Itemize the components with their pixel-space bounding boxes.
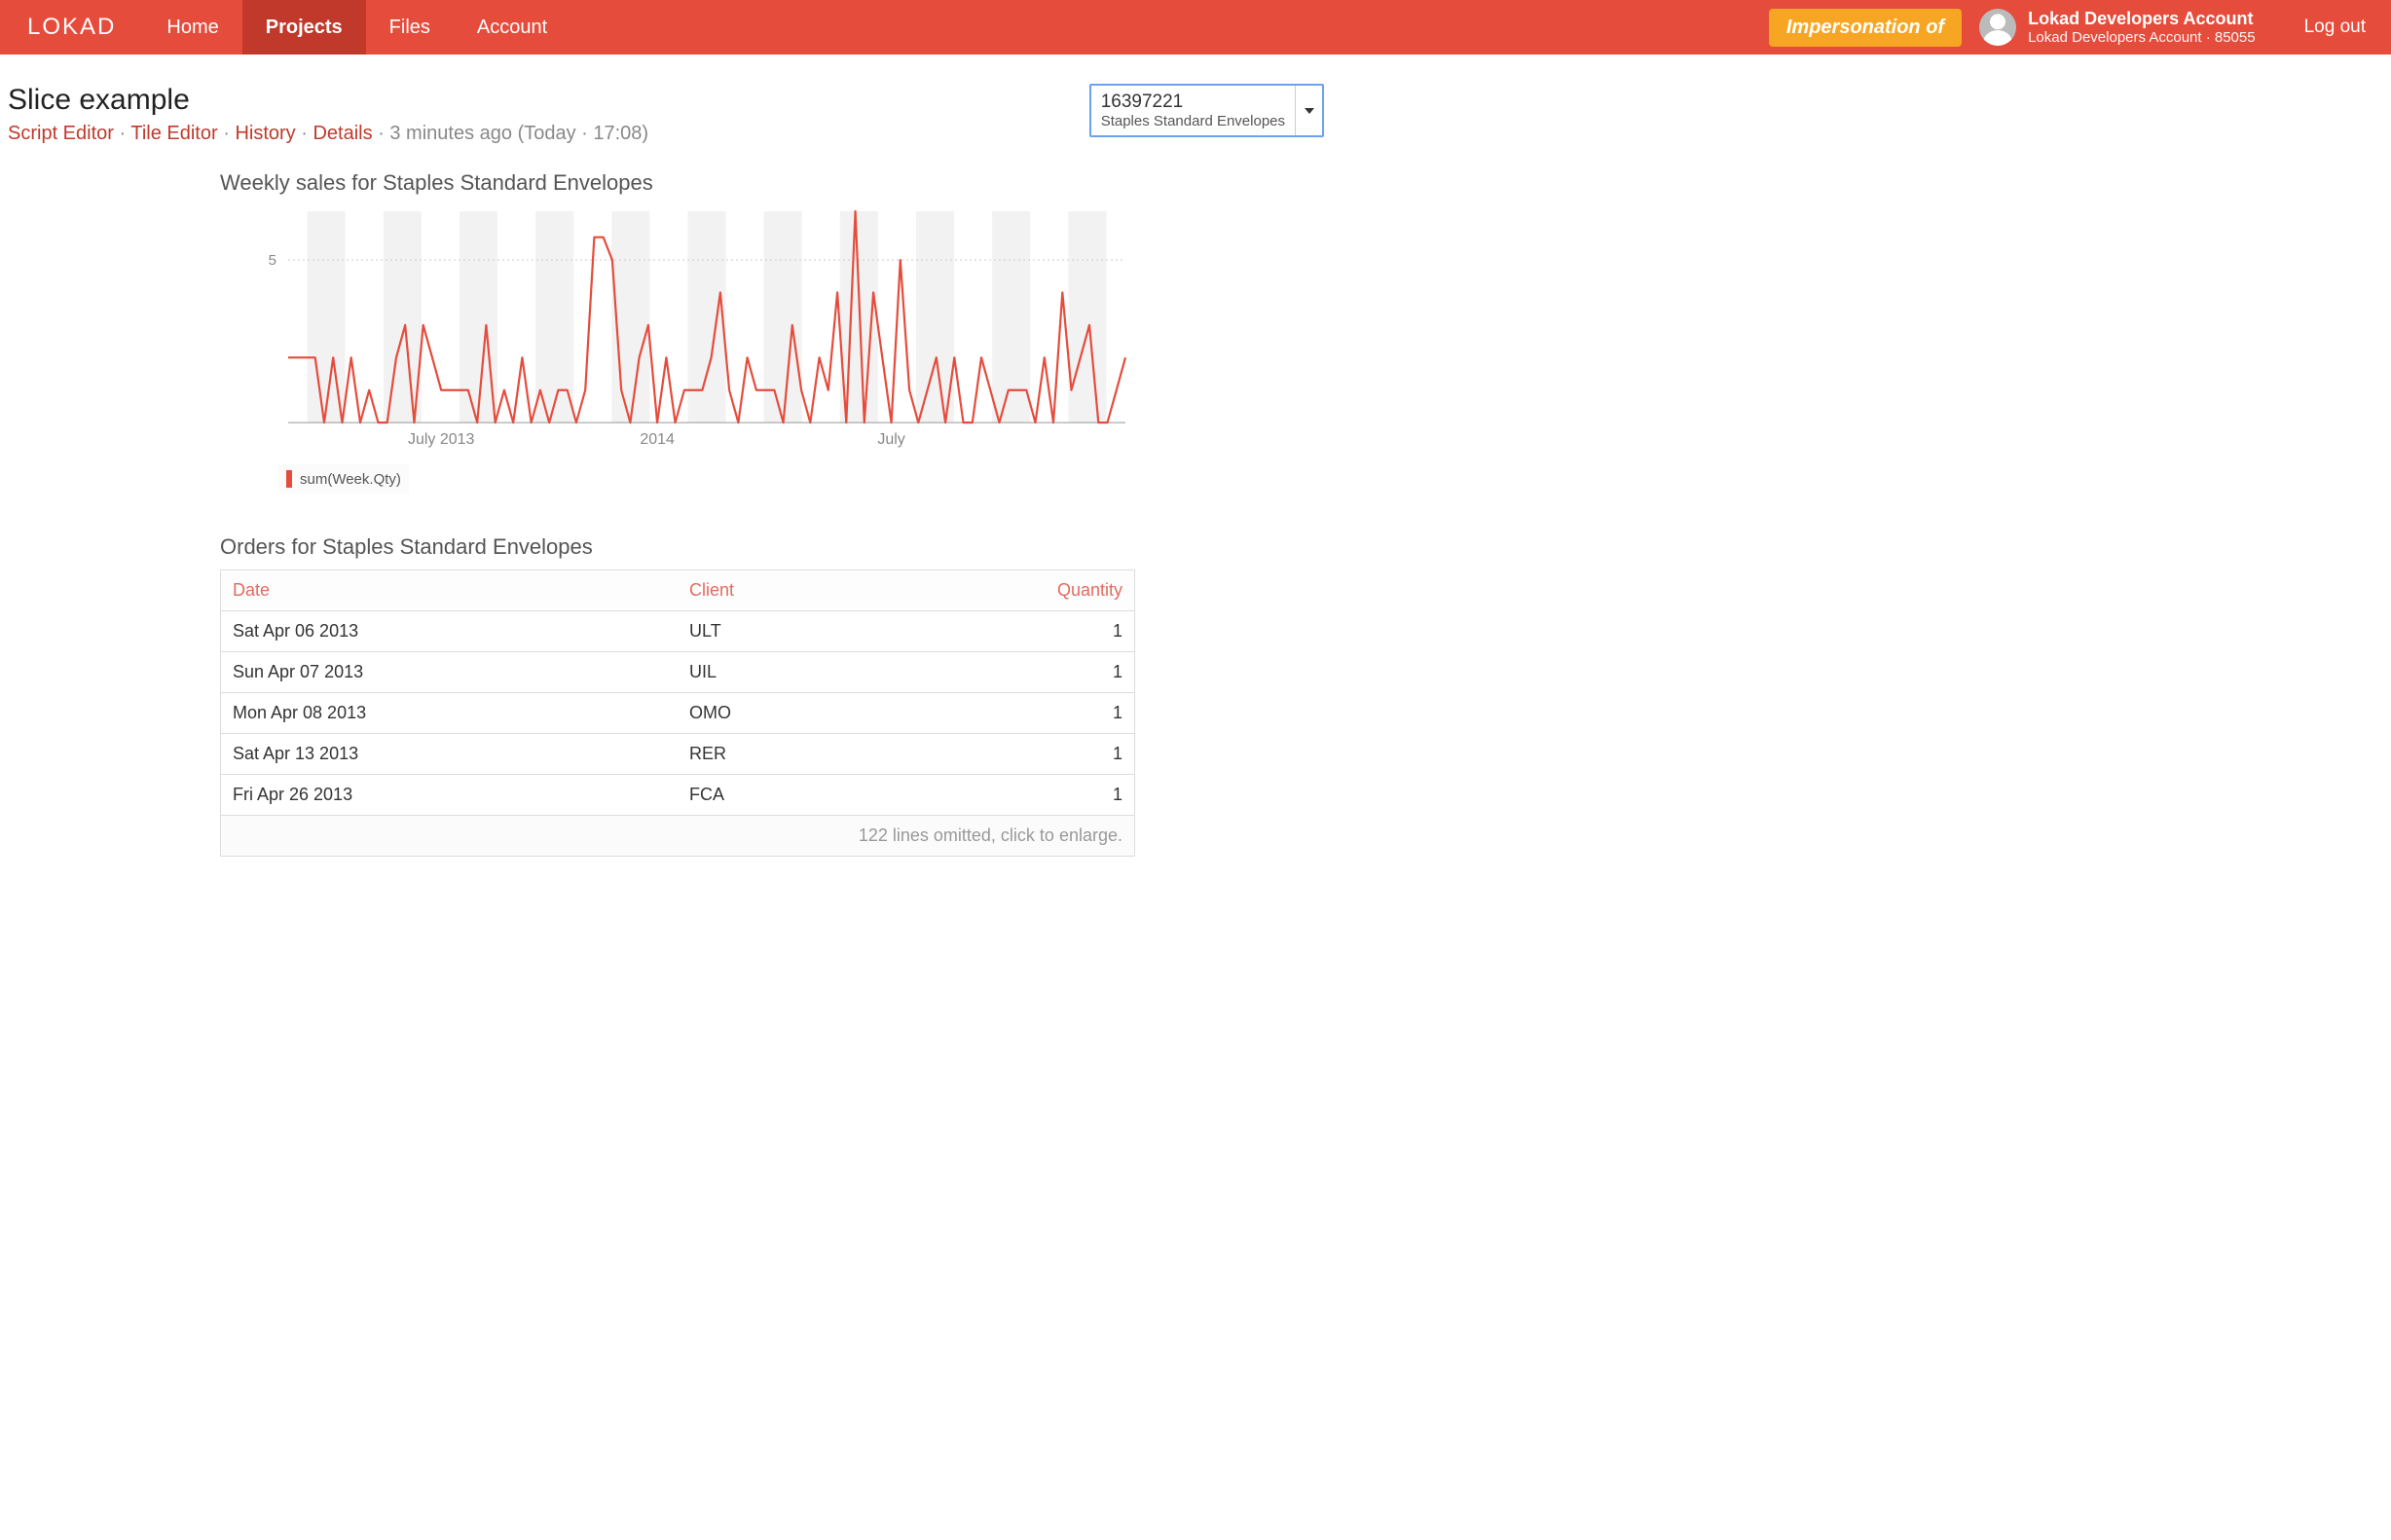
cell-qty: 1 xyxy=(876,611,1135,652)
svg-text:July 2013: July 2013 xyxy=(408,431,475,448)
table-row: Mon Apr 08 2013OMO1 xyxy=(221,693,1135,734)
cell-client: OMO xyxy=(678,693,875,734)
orders-title: Orders for Staples Standard Envelopes xyxy=(220,534,1135,560)
legend-label: sum(Week.Qty) xyxy=(300,471,401,488)
crumb-sep: · xyxy=(223,123,235,144)
impersonation-badge[interactable]: Impersonation of xyxy=(1769,9,1962,47)
cell-date: Mon Apr 08 2013 xyxy=(221,693,679,734)
crumb-history[interactable]: History xyxy=(235,123,295,144)
crumb-timestamp: 3 minutes ago (Today · 17:08) xyxy=(389,123,648,144)
table-row: Sun Apr 07 2013UIL1 xyxy=(221,652,1135,693)
col-date[interactable]: Date xyxy=(221,570,679,611)
content-column: Weekly sales for Staples Standard Envelo… xyxy=(220,170,1135,857)
cell-date: Sat Apr 06 2013 xyxy=(221,611,679,652)
cell-qty: 1 xyxy=(876,693,1135,734)
table-row: Sat Apr 13 2013RER1 xyxy=(221,734,1135,775)
nav-item-projects[interactable]: Projects xyxy=(242,0,366,55)
avatar-icon xyxy=(1979,9,2016,46)
table-row: Fri Apr 26 2013FCA1 xyxy=(221,775,1135,816)
col-client[interactable]: Client xyxy=(678,570,875,611)
cell-client: UIL xyxy=(678,652,875,693)
cell-client: FCA xyxy=(678,775,875,816)
top-bar: LOKAD Home Projects Files Account Impers… xyxy=(0,0,2391,55)
table-row: Sat Apr 06 2013ULT1 xyxy=(221,611,1135,652)
cell-date: Fri Apr 26 2013 xyxy=(221,775,679,816)
svg-text:5: 5 xyxy=(269,252,276,269)
nav-item-account[interactable]: Account xyxy=(454,0,570,55)
chevron-down-icon xyxy=(1305,108,1314,114)
chart-title: Weekly sales for Staples Standard Envelo… xyxy=(220,170,1135,196)
cell-date: Sun Apr 07 2013 xyxy=(221,652,679,693)
user-menu[interactable]: Lokad Developers Account Lokad Developer… xyxy=(1979,0,2279,55)
main-nav: Home Projects Files Account xyxy=(143,0,570,55)
user-name: Lokad Developers Account xyxy=(2028,9,2256,29)
orders-table: Date Client Quantity Sat Apr 06 2013ULT1… xyxy=(220,569,1135,857)
line-chart-svg: 5 July 2013 2014 July xyxy=(220,205,1135,458)
logout-button[interactable]: Log out xyxy=(2279,0,2391,55)
orders-footer[interactable]: 122 lines omitted, click to enlarge. xyxy=(221,816,1135,857)
brand-logo[interactable]: LOKAD xyxy=(0,0,143,55)
nav-item-home[interactable]: Home xyxy=(143,0,241,55)
cell-client: ULT xyxy=(678,611,875,652)
cell-qty: 1 xyxy=(876,652,1135,693)
orders-header-row: Date Client Quantity xyxy=(221,570,1135,611)
crumb-tile-editor[interactable]: Tile Editor xyxy=(130,123,217,144)
cell-client: RER xyxy=(678,734,875,775)
slice-label: Staples Standard Envelopes xyxy=(1101,113,1285,129)
user-subtitle: Lokad Developers Account · 85055 xyxy=(2028,29,2256,46)
crumb-sep: · xyxy=(301,123,313,144)
page-title: Slice example xyxy=(8,84,648,117)
chart-legend: sum(Week.Qty) xyxy=(278,464,409,494)
legend-swatch-icon xyxy=(286,470,292,488)
breadcrumb: Script Editor · Tile Editor · History · … xyxy=(8,123,648,145)
page-header: Slice example Script Editor · Tile Edito… xyxy=(8,84,1336,145)
crumb-script-editor[interactable]: Script Editor xyxy=(8,123,114,144)
crumb-details[interactable]: Details xyxy=(313,123,372,144)
nav-item-files[interactable]: Files xyxy=(366,0,454,55)
slice-selector[interactable]: 16397221 Staples Standard Envelopes xyxy=(1089,84,1324,137)
svg-text:2014: 2014 xyxy=(640,431,675,448)
crumb-sep: · xyxy=(120,123,131,144)
cell-qty: 1 xyxy=(876,775,1135,816)
slice-id: 16397221 xyxy=(1101,92,1285,113)
cell-qty: 1 xyxy=(876,734,1135,775)
col-quantity[interactable]: Quantity xyxy=(876,570,1135,611)
svg-text:July: July xyxy=(877,431,904,448)
slice-dropdown-button[interactable] xyxy=(1295,86,1322,135)
cell-date: Sat Apr 13 2013 xyxy=(221,734,679,775)
weekly-sales-chart[interactable]: 5 July 2013 2014 July xyxy=(220,205,1135,458)
user-text: Lokad Developers Account Lokad Developer… xyxy=(2028,9,2256,46)
crumb-sep: · xyxy=(378,123,389,144)
